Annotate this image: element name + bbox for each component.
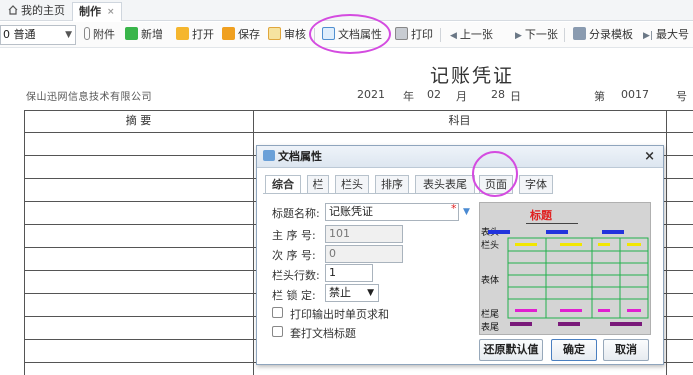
print-sum-label: 打印输出时单页求和 [290,308,389,321]
new-button[interactable]: 新增 [125,26,163,44]
window-icon [263,150,275,161]
table-row-line [24,132,693,133]
open-label: 打开 [192,28,214,41]
home-icon [8,5,18,15]
voucher-type-value: 0 普通 [3,28,36,41]
chevron-down-icon: ▼ [65,30,72,40]
review-icon [268,27,281,40]
save-label: 保存 [238,28,260,41]
folder-icon [176,27,189,40]
tab-home[interactable]: 我的主页 [2,2,71,21]
voucher-month: 02 [427,88,441,101]
table-border-left [24,110,25,375]
paperclip-icon [84,27,90,40]
print-button[interactable]: 打印 [395,26,433,44]
tab-column[interactable]: 栏 [307,175,329,194]
split-template-button[interactable]: 分录模板 [573,26,633,44]
column-divider [253,110,254,375]
annotation-circle [309,14,391,54]
lock-label: 栏 锁 定: [272,289,316,302]
annotation-circle [472,151,518,197]
split-template-label: 分录模板 [589,28,633,41]
prev-button[interactable]: ◀ 上一张 [450,26,493,44]
ok-button[interactable]: 确定 [551,339,597,361]
sub-seq-input[interactable]: 0 [325,245,403,263]
year-unit: 年 [403,90,414,103]
print-sum-checkbox[interactable] [272,307,283,318]
print-label: 打印 [411,28,433,41]
voucher-number: 0017 [621,88,649,101]
new-label: 新增 [141,28,163,41]
close-icon[interactable]: × [644,149,655,164]
overlay-title-checkbox[interactable] [272,326,283,337]
header-rows-input[interactable]: 1 [325,264,373,282]
layout-preview: 标题 表头 栏头 表体 栏尾 表尾 [479,202,651,335]
cancel-button[interactable]: 取消 [603,339,649,361]
doc-properties-dialog: 文档属性 × 综合 栏 栏头 排序 表头表尾 页面 字体 标题名称: 记账凭证 … [256,145,664,365]
caret-right-icon: ▶ [515,31,522,41]
add-icon [125,27,138,40]
toolbar-divider [440,28,441,42]
company-name: 保山迅网信息技术有限公司 [26,92,152,103]
voucher-type-select[interactable]: 0 普通 ▼ [0,25,76,45]
template-icon [573,27,586,40]
overlay-title-label: 套打文档标题 [290,327,356,340]
tab-font[interactable]: 字体 [519,175,553,194]
title-name-label: 标题名称: [272,207,320,220]
save-icon [222,27,235,40]
review-button[interactable]: 审核 [268,26,306,44]
attach-button[interactable]: 附件 [84,26,115,44]
column-header-subject: 科目 [448,114,471,127]
required-marker: * [451,202,457,215]
main-seq-label: 主 序 号: [272,229,316,242]
lock-select-value: 禁止 [329,286,351,299]
number-prefix: 第 [594,90,605,103]
header-rows-label: 栏头行数: [272,269,320,282]
number-unit: 号 [676,90,687,103]
max-number-button[interactable]: ▶| 最大号 [643,26,689,44]
next-button[interactable]: ▶ 下一张 [515,26,558,44]
caret-left-icon: ◀ [450,31,457,41]
tab-production[interactable]: 制作 × [72,2,122,21]
skip-last-icon: ▶| [643,31,653,41]
next-label: 下一张 [524,28,558,41]
attach-label: 附件 [93,28,115,41]
review-label: 审核 [284,28,306,41]
prev-label: 上一张 [459,28,493,41]
preview-diagram [488,230,649,326]
chevron-down-icon: ▼ [367,288,374,298]
tab-production-label: 制作 [79,5,101,18]
day-unit: 日 [510,90,521,103]
lock-select[interactable]: 禁止 ▼ [325,284,379,302]
tab-column-header[interactable]: 栏头 [335,175,369,194]
column-header-summary: 摘 要 [125,114,152,127]
tab-general[interactable]: 综合 [265,175,301,194]
main-seq-input[interactable]: 101 [325,225,403,243]
tab-header-footer[interactable]: 表头表尾 [415,175,475,194]
voucher-day: 28 [491,88,505,101]
printer-icon [395,27,408,40]
max-number-label: 最大号 [655,28,689,41]
save-button[interactable]: 保存 [222,26,260,44]
open-button[interactable]: 打开 [176,26,214,44]
voucher-title: 记账凭证 [430,65,515,87]
chevron-down-icon[interactable]: ▼ [463,207,470,217]
sub-seq-label: 次 序 号: [272,249,316,262]
close-icon[interactable]: × [107,7,115,17]
tab-baseline [263,193,479,194]
dialog-title: 文档属性 [278,150,322,163]
restore-defaults-button[interactable]: 还原默认值 [479,339,543,361]
month-unit: 月 [456,90,467,103]
tab-home-label: 我的主页 [21,4,65,17]
dialog-title-bar[interactable]: 文档属性 [257,146,663,168]
title-name-input[interactable]: 记账凭证 [325,203,459,221]
tab-sort[interactable]: 排序 [375,175,409,194]
column-divider [666,110,667,375]
voucher-year: 2021 [357,88,385,101]
toolbar-divider [564,28,565,42]
